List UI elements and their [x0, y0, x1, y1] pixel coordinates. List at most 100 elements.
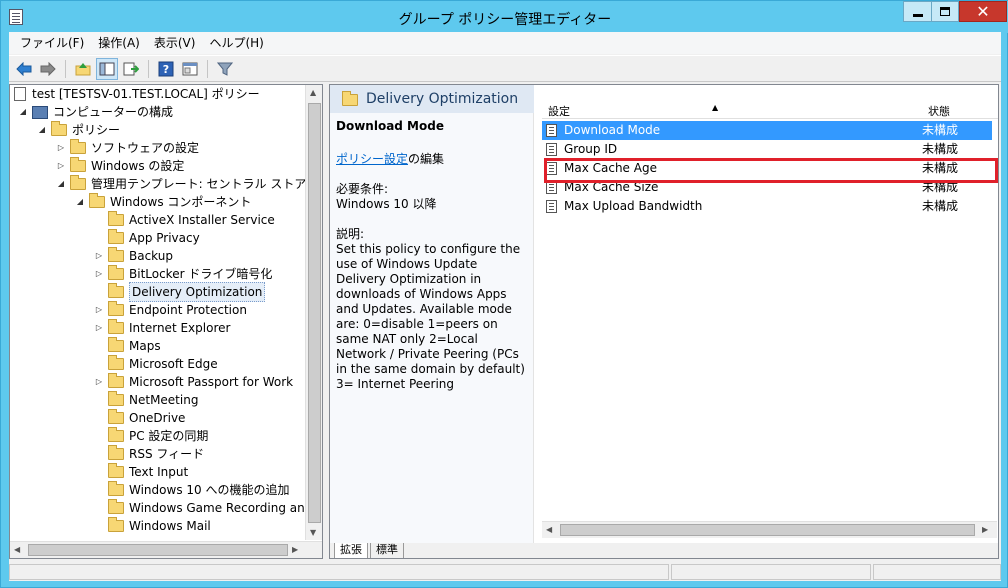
- tree-horizontal-scrollbar[interactable]: ◀ ▶: [10, 541, 322, 558]
- tree-node-component[interactable]: Maps: [94, 337, 161, 355]
- scroll-down-icon[interactable]: ▼: [310, 528, 316, 537]
- folder-icon: [108, 499, 124, 514]
- up-one-level-button[interactable]: [72, 58, 94, 80]
- tree-node-software-settings[interactable]: ▷ ソフトウェアの設定: [56, 139, 199, 157]
- client-area: ファイル(F) 操作(A) 表示(V) ヘルプ(H) ? test [TESTS…: [9, 32, 1001, 581]
- table-row[interactable]: Max Upload Bandwidth 未構成: [542, 197, 992, 216]
- table-row[interactable]: Download Mode 未構成: [542, 121, 992, 140]
- minimize-button[interactable]: [903, 1, 933, 22]
- properties-button[interactable]: [179, 58, 201, 80]
- folder-icon: [108, 373, 124, 388]
- menu-bar: ファイル(F) 操作(A) 表示(V) ヘルプ(H): [9, 32, 1001, 54]
- tree-node-label: Delivery Optimization: [129, 282, 266, 302]
- tree-node-windows-settings[interactable]: ▷ Windows の設定: [56, 157, 184, 175]
- column-state[interactable]: 状態: [928, 103, 950, 119]
- tree-node-label: ソフトウェアの設定: [91, 141, 200, 155]
- tree-node-computer-config[interactable]: ◢ コンピューターの構成: [18, 103, 173, 121]
- tree-node-component[interactable]: ActiveX Installer Service: [94, 211, 275, 229]
- expand-icon[interactable]: ▷: [56, 139, 66, 157]
- tree-node-component[interactable]: App Privacy: [94, 229, 200, 247]
- close-button[interactable]: ✕: [959, 1, 1007, 22]
- tree-node-root[interactable]: test [TESTSV-01.TEST.LOCAL] ポリシー: [14, 85, 260, 103]
- tab-extended[interactable]: 拡張: [334, 543, 368, 558]
- filter-icon: [217, 62, 233, 76]
- list-column-header: 設定 ▲ 状態: [542, 101, 998, 119]
- tree-node-label: OneDrive: [129, 411, 186, 425]
- folder-icon: [89, 193, 105, 208]
- column-setting[interactable]: 設定: [548, 103, 570, 119]
- scroll-up-icon[interactable]: ▲: [310, 88, 316, 97]
- folder-icon: [108, 517, 124, 532]
- tree-node-label: Microsoft Passport for Work: [129, 375, 294, 389]
- policy-setting-icon: [546, 200, 557, 213]
- view-tabs: 拡張 標準: [330, 543, 998, 558]
- tree-node-component[interactable]: Text Input: [94, 463, 188, 481]
- tree-vertical-scrollbar[interactable]: ▲ ▼: [305, 85, 322, 540]
- scroll-right-icon[interactable]: ▶: [292, 545, 298, 554]
- expand-icon[interactable]: ▷: [94, 319, 104, 337]
- filter-button[interactable]: [214, 58, 236, 80]
- scrollbar-thumb[interactable]: [560, 524, 975, 536]
- scrollbar-thumb[interactable]: [28, 544, 288, 556]
- tree-node-component[interactable]: PC 設定の同期: [94, 427, 208, 445]
- tree-node-policies[interactable]: ◢ ポリシー: [37, 121, 120, 139]
- toolbar-separator: [207, 59, 208, 78]
- scroll-left-icon[interactable]: ◀: [546, 525, 552, 534]
- tree-node-label: Backup: [129, 249, 173, 263]
- collapse-icon[interactable]: ◢: [37, 121, 47, 139]
- menu-action[interactable]: 操作(A): [91, 32, 147, 54]
- title-bar[interactable]: グループ ポリシー管理エディター ✕: [1, 1, 1008, 33]
- console-tree[interactable]: test [TESTSV-01.TEST.LOCAL] ポリシー ◢ コンピュー…: [9, 84, 323, 559]
- tree-node-component[interactable]: ▷ Endpoint Protection: [94, 301, 247, 319]
- tree-node-component[interactable]: ▷ Microsoft Passport for Work: [94, 373, 293, 391]
- tree-node-admin-templates[interactable]: ◢ 管理用テンプレート: セントラル ストアから取得: [56, 175, 322, 193]
- list-horizontal-scrollbar[interactable]: ◀ ▶: [542, 521, 997, 538]
- show-hide-console-tree-button[interactable]: [96, 57, 118, 80]
- table-row[interactable]: Group ID 未構成: [542, 140, 992, 159]
- tree-node-label: コンピューターの構成: [53, 105, 174, 119]
- tree-node-label: NetMeeting: [129, 393, 199, 407]
- menu-view[interactable]: 表示(V): [147, 32, 203, 54]
- tree-node-component[interactable]: OneDrive: [94, 409, 185, 427]
- setting-state: 未構成: [922, 199, 959, 213]
- edit-policy-link[interactable]: ポリシー設定: [336, 152, 408, 166]
- collapse-icon[interactable]: ◢: [56, 175, 66, 193]
- help-button[interactable]: ?: [155, 58, 177, 80]
- collapse-icon[interactable]: ◢: [18, 103, 28, 121]
- forward-button[interactable]: [37, 58, 59, 80]
- menu-file[interactable]: ファイル(F): [13, 32, 91, 54]
- tree-node-component[interactable]: ▷ Backup: [94, 247, 173, 265]
- back-button[interactable]: [13, 58, 35, 80]
- collapse-icon[interactable]: ◢: [75, 193, 85, 211]
- tree-node-component[interactable]: Microsoft Edge: [94, 355, 218, 373]
- tree-node-component[interactable]: RSS フィード: [94, 445, 204, 463]
- folder-icon: [108, 283, 124, 298]
- tree-node-label: Microsoft Edge: [129, 357, 218, 371]
- expand-icon[interactable]: ▷: [94, 373, 104, 391]
- tree-node-component[interactable]: ▷ Internet Explorer: [94, 319, 230, 337]
- maximize-button[interactable]: [931, 1, 959, 22]
- tree-node-component[interactable]: Delivery Optimization: [94, 282, 266, 302]
- export-list-button[interactable]: [120, 58, 142, 80]
- folder-icon: [108, 481, 124, 496]
- scroll-left-icon[interactable]: ◀: [14, 545, 20, 554]
- expand-icon[interactable]: ▷: [94, 247, 104, 265]
- status-cell-2: [671, 564, 871, 580]
- expand-icon[interactable]: ▷: [56, 157, 66, 175]
- tree-node-label: Windows コンポーネント: [110, 195, 252, 209]
- setting-name: Max Upload Bandwidth: [564, 199, 703, 213]
- tree-node-component[interactable]: Windows 10 への機能の追加: [94, 481, 289, 499]
- menu-help[interactable]: ヘルプ(H): [202, 32, 270, 54]
- tree-node-component[interactable]: Windows Game Recording and: [94, 499, 312, 517]
- tree-node-component[interactable]: ▷ BitLocker ドライブ暗号化: [94, 265, 272, 283]
- tab-standard[interactable]: 標準: [370, 543, 404, 558]
- back-arrow-icon: [16, 61, 32, 76]
- expand-icon[interactable]: ▷: [94, 301, 104, 319]
- tree-node-label: Windows 10 への機能の追加: [129, 483, 290, 497]
- tree-node-windows-components[interactable]: ◢ Windows コンポーネント: [75, 193, 251, 211]
- tree-node-component[interactable]: Windows Mail: [94, 517, 211, 535]
- scroll-right-icon[interactable]: ▶: [982, 525, 988, 534]
- tree-node-component[interactable]: NetMeeting: [94, 391, 198, 409]
- scrollbar-thumb[interactable]: [308, 103, 321, 523]
- expand-icon[interactable]: ▷: [94, 265, 104, 283]
